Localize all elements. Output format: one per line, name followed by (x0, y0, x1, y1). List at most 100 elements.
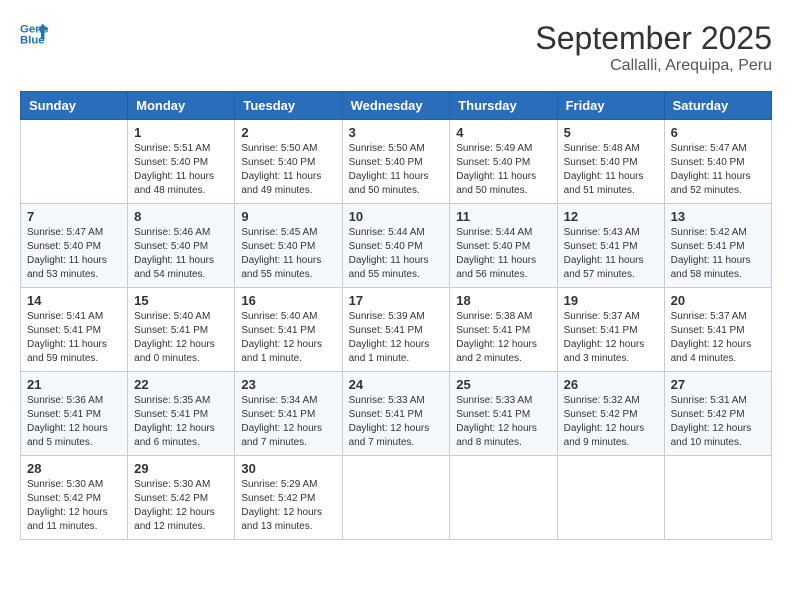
day-info: Sunrise: 5:49 AM Sunset: 5:40 PM Dayligh… (456, 142, 550, 198)
calendar-cell (21, 120, 128, 204)
day-info: Sunrise: 5:44 AM Sunset: 5:40 PM Dayligh… (349, 226, 444, 282)
week-row-1: 1 Sunrise: 5:51 AM Sunset: 5:40 PM Daylig… (21, 120, 772, 204)
calendar-cell: 15 Sunrise: 5:40 AM Sunset: 5:41 PM Dayli… (128, 288, 235, 372)
calendar-cell: 7 Sunrise: 5:47 AM Sunset: 5:40 PM Daylig… (21, 204, 128, 288)
calendar-cell: 16 Sunrise: 5:40 AM Sunset: 5:41 PM Dayli… (235, 288, 342, 372)
day-info: Sunrise: 5:36 AM Sunset: 5:41 PM Dayligh… (27, 394, 121, 450)
logo: General Blue (20, 20, 48, 48)
day-info: Sunrise: 5:37 AM Sunset: 5:41 PM Dayligh… (671, 310, 765, 366)
day-number: 20 (671, 293, 765, 308)
calendar-cell: 6 Sunrise: 5:47 AM Sunset: 5:40 PM Daylig… (664, 120, 771, 204)
week-row-5: 28 Sunrise: 5:30 AM Sunset: 5:42 PM Dayli… (21, 456, 772, 540)
day-info: Sunrise: 5:45 AM Sunset: 5:40 PM Dayligh… (241, 226, 335, 282)
calendar-cell: 1 Sunrise: 5:51 AM Sunset: 5:40 PM Daylig… (128, 120, 235, 204)
day-info: Sunrise: 5:29 AM Sunset: 5:42 PM Dayligh… (241, 478, 335, 534)
calendar-cell (450, 456, 557, 540)
title-block: September 2025 Callalli, Arequipa, Peru (535, 20, 772, 75)
day-info: Sunrise: 5:37 AM Sunset: 5:41 PM Dayligh… (564, 310, 658, 366)
page-header: General Blue September 2025 Callalli, Ar… (20, 20, 772, 75)
week-row-4: 21 Sunrise: 5:36 AM Sunset: 5:41 PM Dayli… (21, 372, 772, 456)
weekday-header-wednesday: Wednesday (342, 92, 450, 120)
day-info: Sunrise: 5:42 AM Sunset: 5:41 PM Dayligh… (671, 226, 765, 282)
calendar-cell: 28 Sunrise: 5:30 AM Sunset: 5:42 PM Dayli… (21, 456, 128, 540)
calendar-cell: 9 Sunrise: 5:45 AM Sunset: 5:40 PM Daylig… (235, 204, 342, 288)
day-info: Sunrise: 5:33 AM Sunset: 5:41 PM Dayligh… (349, 394, 444, 450)
calendar-cell: 11Sunrise: 5:44 AM Sunset: 5:40 PM Dayli… (450, 204, 557, 288)
day-number: 11 (456, 209, 550, 224)
day-info: Sunrise: 5:47 AM Sunset: 5:40 PM Dayligh… (27, 226, 121, 282)
calendar-cell: 14 Sunrise: 5:41 AM Sunset: 5:41 PM Dayli… (21, 288, 128, 372)
calendar-cell: 30 Sunrise: 5:29 AM Sunset: 5:42 PM Dayli… (235, 456, 342, 540)
calendar-cell: 8 Sunrise: 5:46 AM Sunset: 5:40 PM Daylig… (128, 204, 235, 288)
calendar-cell: 26Sunrise: 5:32 AM Sunset: 5:42 PM Dayli… (557, 372, 664, 456)
calendar-cell (664, 456, 771, 540)
calendar-cell: 4 Sunrise: 5:49 AM Sunset: 5:40 PM Daylig… (450, 120, 557, 204)
day-info: Sunrise: 5:43 AM Sunset: 5:41 PM Dayligh… (564, 226, 658, 282)
day-number: 18 (456, 293, 550, 308)
calendar-cell: 23 Sunrise: 5:34 AM Sunset: 5:41 PM Dayli… (235, 372, 342, 456)
day-number: 17 (349, 293, 444, 308)
day-info: Sunrise: 5:35 AM Sunset: 5:41 PM Dayligh… (134, 394, 228, 450)
location-title: Callalli, Arequipa, Peru (535, 57, 772, 75)
calendar-cell: 24Sunrise: 5:33 AM Sunset: 5:41 PM Dayli… (342, 372, 450, 456)
day-number: 22 (134, 377, 228, 392)
day-number: 12 (564, 209, 658, 224)
calendar-cell: 5Sunrise: 5:48 AM Sunset: 5:40 PM Daylig… (557, 120, 664, 204)
day-info: Sunrise: 5:50 AM Sunset: 5:40 PM Dayligh… (349, 142, 444, 198)
day-info: Sunrise: 5:40 AM Sunset: 5:41 PM Dayligh… (241, 310, 335, 366)
day-number: 4 (456, 125, 550, 140)
calendar-cell: 22 Sunrise: 5:35 AM Sunset: 5:41 PM Dayli… (128, 372, 235, 456)
weekday-header-monday: Monday (128, 92, 235, 120)
day-info: Sunrise: 5:31 AM Sunset: 5:42 PM Dayligh… (671, 394, 765, 450)
day-number: 19 (564, 293, 658, 308)
day-number: 21 (27, 377, 121, 392)
day-info: Sunrise: 5:46 AM Sunset: 5:40 PM Dayligh… (134, 226, 228, 282)
weekday-header-row: SundayMondayTuesdayWednesdayThursdayFrid… (21, 92, 772, 120)
day-number: 7 (27, 209, 121, 224)
calendar-cell (342, 456, 450, 540)
day-number: 2 (241, 125, 335, 140)
weekday-header-friday: Friday (557, 92, 664, 120)
day-info: Sunrise: 5:51 AM Sunset: 5:40 PM Dayligh… (134, 142, 228, 198)
calendar-cell: 19 Sunrise: 5:37 AM Sunset: 5:41 PM Dayli… (557, 288, 664, 372)
day-info: Sunrise: 5:50 AM Sunset: 5:40 PM Dayligh… (241, 142, 335, 198)
day-number: 23 (241, 377, 335, 392)
calendar-cell: 2 Sunrise: 5:50 AM Sunset: 5:40 PM Daylig… (235, 120, 342, 204)
day-number: 26 (564, 377, 658, 392)
day-number: 29 (134, 461, 228, 476)
calendar-cell (557, 456, 664, 540)
day-number: 10 (349, 209, 444, 224)
day-number: 16 (241, 293, 335, 308)
calendar-cell: 17 Sunrise: 5:39 AM Sunset: 5:41 PM Dayli… (342, 288, 450, 372)
day-number: 14 (27, 293, 121, 308)
calendar-table: SundayMondayTuesdayWednesdayThursdayFrid… (20, 91, 772, 540)
day-number: 27 (671, 377, 765, 392)
day-number: 15 (134, 293, 228, 308)
day-number: 1 (134, 125, 228, 140)
day-number: 9 (241, 209, 335, 224)
calendar-cell: 27 Sunrise: 5:31 AM Sunset: 5:42 PM Dayli… (664, 372, 771, 456)
day-info: Sunrise: 5:47 AM Sunset: 5:40 PM Dayligh… (671, 142, 765, 198)
day-number: 5 (564, 125, 658, 140)
day-number: 30 (241, 461, 335, 476)
svg-text:Blue: Blue (20, 35, 45, 47)
day-info: Sunrise: 5:40 AM Sunset: 5:41 PM Dayligh… (134, 310, 228, 366)
week-row-3: 14 Sunrise: 5:41 AM Sunset: 5:41 PM Dayli… (21, 288, 772, 372)
calendar-cell: 13Sunrise: 5:42 AM Sunset: 5:41 PM Dayli… (664, 204, 771, 288)
day-number: 8 (134, 209, 228, 224)
weekday-header-tuesday: Tuesday (235, 92, 342, 120)
day-info: Sunrise: 5:39 AM Sunset: 5:41 PM Dayligh… (349, 310, 444, 366)
day-info: Sunrise: 5:41 AM Sunset: 5:41 PM Dayligh… (27, 310, 121, 366)
day-info: Sunrise: 5:30 AM Sunset: 5:42 PM Dayligh… (27, 478, 121, 534)
calendar-cell: 21 Sunrise: 5:36 AM Sunset: 5:41 PM Dayli… (21, 372, 128, 456)
weekday-header-thursday: Thursday (450, 92, 557, 120)
day-number: 3 (349, 125, 444, 140)
day-info: Sunrise: 5:34 AM Sunset: 5:41 PM Dayligh… (241, 394, 335, 450)
day-number: 28 (27, 461, 121, 476)
calendar-cell: 3 Sunrise: 5:50 AM Sunset: 5:40 PM Daylig… (342, 120, 450, 204)
calendar-cell: 10 Sunrise: 5:44 AM Sunset: 5:40 PM Dayli… (342, 204, 450, 288)
calendar-cell: 20 Sunrise: 5:37 AM Sunset: 5:41 PM Dayli… (664, 288, 771, 372)
day-number: 6 (671, 125, 765, 140)
logo-icon: General Blue (20, 20, 48, 48)
weekday-header-sunday: Sunday (21, 92, 128, 120)
